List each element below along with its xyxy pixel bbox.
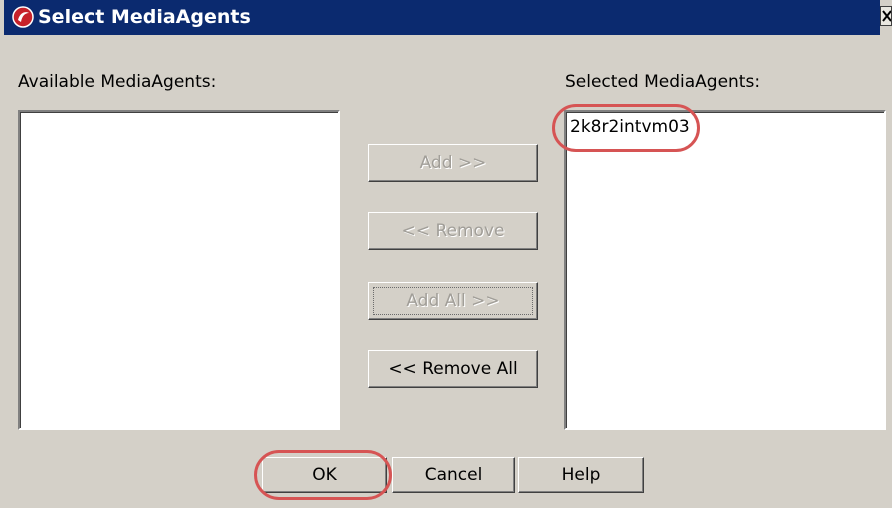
add-button[interactable]: Add >> xyxy=(368,144,538,182)
selected-mediaagents-list[interactable]: 2k8r2intvm03 xyxy=(564,110,886,430)
add-all-label: Add All >> xyxy=(406,291,500,311)
available-mediaagents-label: Available MediaAgents: xyxy=(18,72,217,92)
remove-button[interactable]: << Remove xyxy=(368,212,538,250)
select-mediaagents-dialog: Select MediaAgents Available MediaAgents… xyxy=(0,0,892,508)
help-button[interactable]: Help xyxy=(518,457,644,493)
available-mediaagents-list[interactable] xyxy=(18,110,340,430)
ok-button[interactable]: OK xyxy=(262,457,387,493)
app-logo-icon xyxy=(12,6,34,28)
close-icon[interactable] xyxy=(880,6,892,26)
cancel-button[interactable]: Cancel xyxy=(392,457,515,493)
window-title: Select MediaAgents xyxy=(38,6,251,28)
list-item[interactable]: 2k8r2intvm03 xyxy=(568,117,692,137)
remove-all-button[interactable]: << Remove All xyxy=(368,350,538,388)
title-bar[interactable]: Select MediaAgents xyxy=(4,0,880,35)
selected-mediaagents-label: Selected MediaAgents: xyxy=(565,72,761,92)
add-all-button[interactable]: Add All >> xyxy=(368,282,538,320)
